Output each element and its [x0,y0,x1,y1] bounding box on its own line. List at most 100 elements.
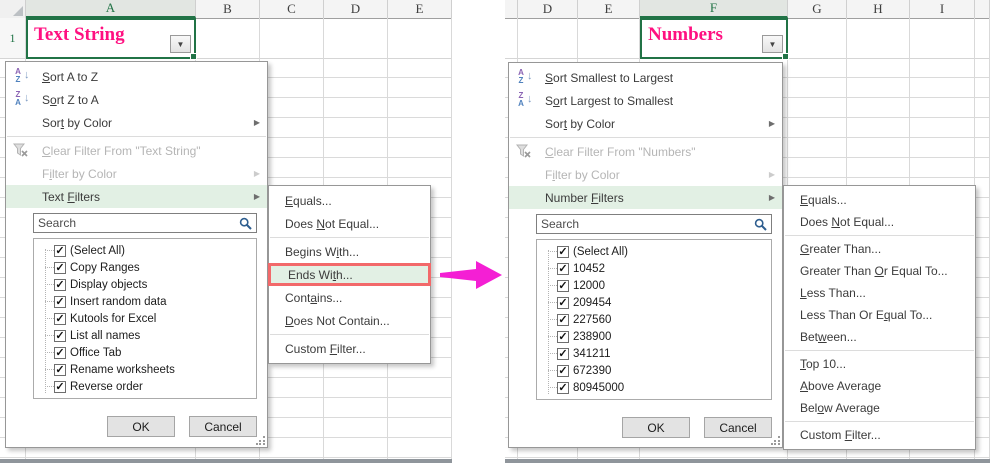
filter-list-item-rename-worksheets[interactable]: ✓ Rename worksheets [40,361,256,378]
submenu-item-equals[interactable]: Equals... [784,189,975,211]
filter-value-list[interactable]: ✓(Select All)✓Copy Ranges✓Display object… [33,238,257,399]
checkbox-checked-icon[interactable]: ✓ [54,347,66,359]
menu-item-sort-by-color[interactable]: Sort by Color ▶ [6,111,267,134]
filter-list-item-select-all[interactable]: ✓(Select All) [543,243,771,260]
menu-item-sort-by-color[interactable]: Sort by Color▶ [509,112,782,135]
filter-value-list[interactable]: ✓(Select All)✓10452✓12000✓209454✓227560✓… [536,239,772,400]
column-header-blank[interactable] [0,0,26,18]
filter-list-item-209454[interactable]: ✓209454 [543,294,771,311]
column-header-I[interactable]: I [910,0,975,18]
submenu-item-less-than[interactable]: Less Than... [784,282,975,304]
filter-dropdown-button[interactable]: ▼ [170,35,191,53]
cancel-button[interactable]: Cancel [189,416,257,437]
filter-list-item-12000[interactable]: ✓12000 [543,277,771,294]
column-header-G[interactable]: G [788,0,847,18]
filter-list-item-display-objects[interactable]: ✓Display objects [40,276,256,293]
submenu-item-does-not-contain[interactable]: Does Not Contain... [269,309,430,332]
checkbox-checked-icon[interactable]: ✓ [54,245,66,257]
search-box[interactable]: Search [536,214,772,234]
menu-item-number-filters[interactable]: Number Filters▶ [509,186,782,209]
search-box[interactable]: Search [33,213,257,233]
submenu-item-does-not-equal[interactable]: Does Not Equal... [784,211,975,233]
submenu-item-greater-than[interactable]: Greater Than... [784,238,975,260]
column-header-B[interactable]: B [196,0,260,18]
filter-list-item-341211[interactable]: ✓341211 [543,345,771,362]
filter-list-item-select-all[interactable]: ✓(Select All) [40,242,256,259]
column-header-E[interactable]: E [388,0,452,18]
checkbox-checked-icon[interactable]: ✓ [54,381,66,393]
checkbox-checked-icon[interactable]: ✓ [557,297,569,309]
menu-item-text-filters[interactable]: Text Filters▶ [6,185,267,208]
checkbox-checked-icon[interactable]: ✓ [557,314,569,326]
checkbox-checked-icon[interactable]: ✓ [54,262,66,274]
checkbox-checked-icon[interactable]: ✓ [557,382,569,394]
menu-item-label: Sort by Color [42,116,112,130]
menu-item-sort-z-to-a[interactable]: ZA↓Sort Z to A [6,88,267,111]
filter-list-item-label: Rename worksheets [70,364,175,376]
fill-handle[interactable] [782,53,789,60]
column-header-C[interactable]: C [260,0,324,18]
submenu-item-below-average[interactable]: Below Average [784,397,975,419]
submenu-item-custom-filter[interactable]: Custom Filter... [269,337,430,360]
filter-list-item-80945000[interactable]: ✓80945000 [543,379,771,396]
submenu-item-does-not-equal[interactable]: Does Not Equal... [269,212,430,235]
filter-list-item-238900[interactable]: ✓238900 [543,328,771,345]
fill-handle[interactable] [190,53,197,60]
submenu-item-equals[interactable]: Equals... [269,189,430,212]
checkbox-checked-icon[interactable]: ✓ [54,313,66,325]
submenu-item-ends-with[interactable]: Ends With... [268,263,431,286]
submenu-item-above-average[interactable]: Above Average [784,375,975,397]
column-header-A[interactable]: A [26,0,196,18]
checkbox-checked-icon[interactable]: ✓ [557,331,569,343]
right-column-headers: DEFGHI [505,0,990,19]
cell-A1[interactable]: Text String ▼ [26,18,196,59]
column-header-D[interactable]: D [518,0,578,18]
resize-grip[interactable] [256,436,265,445]
menu-item-sort-largest-to-smallest[interactable]: ZA↓Sort Largest to Smallest [509,89,782,112]
checkbox-checked-icon[interactable]: ✓ [557,280,569,292]
submenu-item-top-10[interactable]: Top 10... [784,353,975,375]
submenu-item-greater-than-or-equal-to[interactable]: Greater Than Or Equal To... [784,260,975,282]
menu-item-sort-a-to-z[interactable]: AZ↓Sort A to Z [6,65,267,88]
cancel-button[interactable]: Cancel [704,417,772,438]
row-header-1[interactable]: 1 [0,18,26,59]
checkbox-checked-icon[interactable]: ✓ [557,263,569,275]
checkbox-checked-icon[interactable]: ✓ [54,279,66,291]
checkbox-checked-icon[interactable]: ✓ [54,330,66,342]
filter-list-item-672390[interactable]: ✓672390 [543,362,771,379]
submenu-item-begins-with[interactable]: Begins With... [269,240,430,263]
column-header-F[interactable]: F [640,0,788,18]
filter-list-item-227560[interactable]: ✓227560 [543,311,771,328]
filter-list-item-10452[interactable]: ✓10452 [543,260,771,277]
ok-button[interactable]: OK [107,416,175,437]
submenu-item-custom-filter[interactable]: Custom Filter... [784,424,975,446]
column-header-blank[interactable] [975,0,990,18]
resize-grip[interactable] [771,436,780,445]
submenu-item-between[interactable]: Between... [784,326,975,348]
select-all-triangle-icon[interactable] [13,6,23,16]
submenu-item-contains[interactable]: Contains... [269,286,430,309]
ok-button[interactable]: OK [622,417,690,438]
filter-list-item-kutools-for-excel[interactable]: ✓Kutools for Excel [40,310,256,327]
filter-dropdown-button[interactable]: ▼ [762,35,783,53]
filter-list-item-list-all-names[interactable]: ✓List all names [40,327,256,344]
filter-list-item-copy-ranges[interactable]: ✓Copy Ranges [40,259,256,276]
filter-list-item-insert-random-data[interactable]: ✓Insert random data [40,293,256,310]
checkbox-checked-icon[interactable]: ✓ [557,246,569,258]
checkbox-checked-icon[interactable]: ✓ [557,348,569,360]
column-header-E[interactable]: E [578,0,640,18]
submenu-item-less-than-or-equal-to[interactable]: Less Than Or Equal To... [784,304,975,326]
column-header-D[interactable]: D [324,0,388,18]
filter-list-item-office-tab[interactable]: ✓Office Tab [40,344,256,361]
menu-item-sort-smallest-to-largest[interactable]: AZ↓Sort Smallest to Largest [509,66,782,89]
column-header-H[interactable]: H [847,0,910,18]
menu-item-label: Sort A to Z [42,70,98,84]
filter-list-item-reverse-order[interactable]: ✓Reverse order [40,378,256,395]
submenu-arrow-icon: ▶ [254,118,260,127]
column-header-blank[interactable] [505,0,518,18]
checkbox-checked-icon[interactable]: ✓ [557,365,569,377]
cell-F1[interactable]: Numbers ▼ [640,18,788,59]
submenu-arrow-icon: ▶ [254,169,260,178]
checkbox-checked-icon[interactable]: ✓ [54,364,66,376]
checkbox-checked-icon[interactable]: ✓ [54,296,66,308]
